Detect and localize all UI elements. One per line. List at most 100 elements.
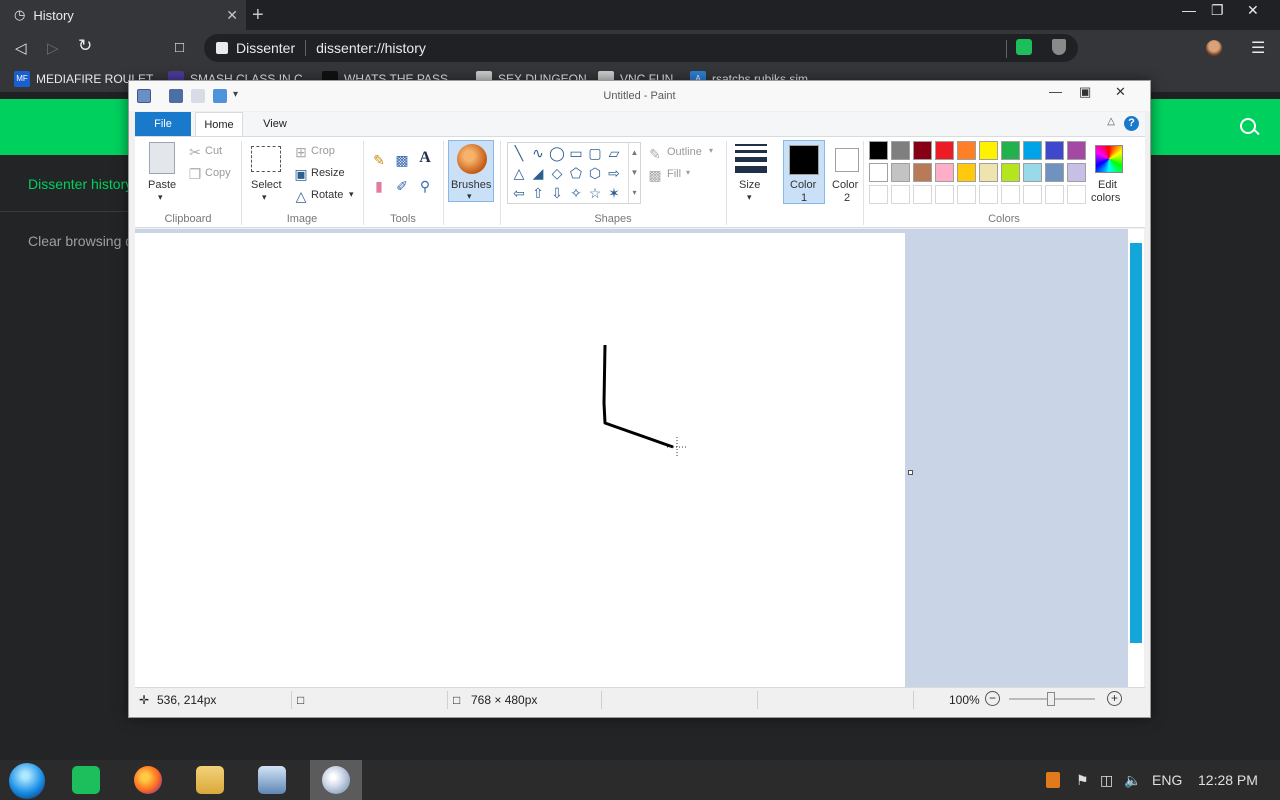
shield-extension-icon[interactable]	[1052, 39, 1066, 55]
palette-custom-swatch[interactable]	[913, 185, 932, 204]
canvas-resize-handle[interactable]	[908, 470, 913, 475]
down-arrow-shape-icon[interactable]: ⇩	[548, 185, 566, 201]
rotate-icon[interactable]: △	[293, 188, 309, 204]
taskbar-keyboard[interactable]	[248, 760, 296, 800]
taskbar-explorer[interactable]	[186, 760, 234, 800]
palette-swatch[interactable]	[869, 163, 888, 182]
rotate-button[interactable]: Rotate	[311, 189, 343, 201]
rotate-dropdown-icon[interactable]: ▾	[349, 189, 354, 200]
palette-custom-swatch[interactable]	[1067, 185, 1086, 204]
magnifier-icon[interactable]: ⚲	[417, 178, 433, 194]
paste-icon[interactable]	[149, 142, 175, 174]
size-button[interactable]: Size	[739, 179, 760, 191]
palette-swatch[interactable]	[1045, 141, 1064, 160]
palette-swatch[interactable]	[1067, 141, 1086, 160]
palette-swatch[interactable]	[1001, 163, 1020, 182]
outline-button[interactable]: Outline	[667, 146, 702, 158]
vertical-scrollbar-thumb[interactable]	[1130, 243, 1142, 643]
cut-icon[interactable]: ✂	[187, 144, 203, 160]
fill-bucket-icon[interactable]: ▩	[394, 152, 410, 168]
text-icon[interactable]: A	[417, 150, 433, 166]
crop-icon[interactable]: ⊞	[293, 144, 309, 160]
eraser-icon[interactable]: ▮	[371, 178, 387, 194]
palette-swatch[interactable]	[957, 163, 976, 182]
palette-custom-swatch[interactable]	[1001, 185, 1020, 204]
menu-icon[interactable]: ☰	[1251, 38, 1265, 58]
palette-custom-swatch[interactable]	[957, 185, 976, 204]
oval-shape-icon[interactable]: ◯	[548, 145, 566, 161]
palette-custom-swatch[interactable]	[1023, 185, 1042, 204]
size-dropdown-icon[interactable]: ▾	[747, 192, 752, 203]
palette-swatch[interactable]	[869, 141, 888, 160]
left-arrow-shape-icon[interactable]: ⇦	[510, 185, 528, 201]
color2-number[interactable]: 2	[844, 192, 850, 204]
palette-swatch[interactable]	[1001, 141, 1020, 160]
tab-home[interactable]: Home	[195, 112, 243, 136]
edit-colors-icon[interactable]	[1095, 145, 1123, 173]
zoom-in-button[interactable]: +	[1107, 691, 1122, 706]
chevron-up-icon[interactable]: △	[1107, 116, 1115, 127]
drawing-canvas[interactable]	[135, 233, 905, 687]
dissenter-extension-icon[interactable]	[1016, 39, 1032, 55]
select-dropdown-icon[interactable]: ▾	[262, 192, 267, 203]
cut-button[interactable]: Cut	[205, 145, 222, 157]
outline-dropdown-icon[interactable]: ▾	[709, 146, 713, 155]
shapes-scrollbar[interactable]: ▲ ▼ ▾	[628, 143, 640, 203]
select-icon[interactable]	[251, 146, 281, 172]
network-flag-icon[interactable]: ⚑	[1076, 772, 1089, 789]
taskbar-firefox[interactable]	[124, 760, 172, 800]
help-icon[interactable]: ?	[1124, 116, 1139, 131]
paint-minimize-button[interactable]: —	[1049, 84, 1062, 99]
clear-browsing-data-link[interactable]: Clear browsing d	[28, 233, 133, 249]
palette-swatch[interactable]	[913, 163, 932, 182]
rectangle-shape-icon[interactable]: ▭	[567, 145, 585, 161]
palette-swatch[interactable]	[1023, 141, 1042, 160]
site-info-icon[interactable]	[216, 42, 228, 54]
hexagon-shape-icon[interactable]: ⬡	[586, 165, 604, 181]
brushes-button[interactable]: Brushes ▾	[448, 140, 494, 202]
rounded-rectangle-shape-icon[interactable]: ▢	[586, 145, 604, 161]
language-indicator[interactable]: ENG	[1152, 772, 1182, 788]
line-shape-icon[interactable]: ╲	[510, 145, 528, 161]
palette-swatch[interactable]	[891, 141, 910, 160]
reload-button[interactable]: ↻	[78, 36, 92, 56]
palette-swatch[interactable]	[913, 141, 932, 160]
right-arrow-shape-icon[interactable]: ⇨	[605, 165, 623, 181]
close-tab-icon[interactable]: ✕	[226, 7, 238, 24]
six-point-star-shape-icon[interactable]: ✶	[605, 185, 623, 201]
resize-button[interactable]: Resize	[311, 167, 345, 179]
tray-app-icon[interactable]	[1046, 772, 1060, 788]
diamond-shape-icon[interactable]: ◇	[548, 165, 566, 181]
triangle-shape-icon[interactable]: △	[510, 165, 528, 181]
fill-dropdown-icon[interactable]: ▾	[686, 168, 690, 177]
close-window-button[interactable]: ✕	[1247, 2, 1259, 19]
forward-button[interactable]: ▷	[47, 39, 59, 57]
color-picker-icon[interactable]: ✐	[394, 178, 410, 194]
palette-swatch[interactable]	[935, 141, 954, 160]
paste-button[interactable]: Paste	[148, 179, 176, 191]
palette-swatch[interactable]	[957, 141, 976, 160]
fill-button[interactable]: Fill	[667, 168, 681, 180]
crop-button[interactable]: Crop	[311, 145, 335, 157]
address-bar[interactable]: Dissenter dissenter://history	[204, 34, 1078, 62]
new-tab-button[interactable]: +	[252, 4, 264, 27]
select-button[interactable]: Select	[251, 179, 282, 191]
clock[interactable]: 12:28 PM	[1198, 772, 1258, 788]
color1-button[interactable]: Color 1	[783, 140, 825, 204]
polygon-shape-icon[interactable]: ▱	[605, 145, 623, 161]
zoom-slider-thumb[interactable]	[1047, 692, 1055, 706]
up-arrow-shape-icon[interactable]: ⇧	[529, 185, 547, 201]
maximize-button[interactable]: ❐	[1211, 2, 1224, 19]
five-point-star-shape-icon[interactable]: ☆	[586, 185, 604, 201]
paint-close-button[interactable]: ✕	[1115, 84, 1126, 100]
pentagon-shape-icon[interactable]: ⬠	[567, 165, 585, 181]
start-button[interactable]	[9, 763, 45, 799]
network-icon[interactable]: ◫	[1100, 772, 1113, 789]
palette-custom-swatch[interactable]	[869, 185, 888, 204]
palette-swatch[interactable]	[1045, 163, 1064, 182]
profile-avatar[interactable]	[1206, 40, 1222, 56]
paint-maximize-button[interactable]: ▣	[1079, 84, 1091, 100]
tab-view[interactable]: View	[251, 112, 299, 136]
palette-custom-swatch[interactable]	[891, 185, 910, 204]
bookmark-icon[interactable]: □	[175, 39, 184, 56]
